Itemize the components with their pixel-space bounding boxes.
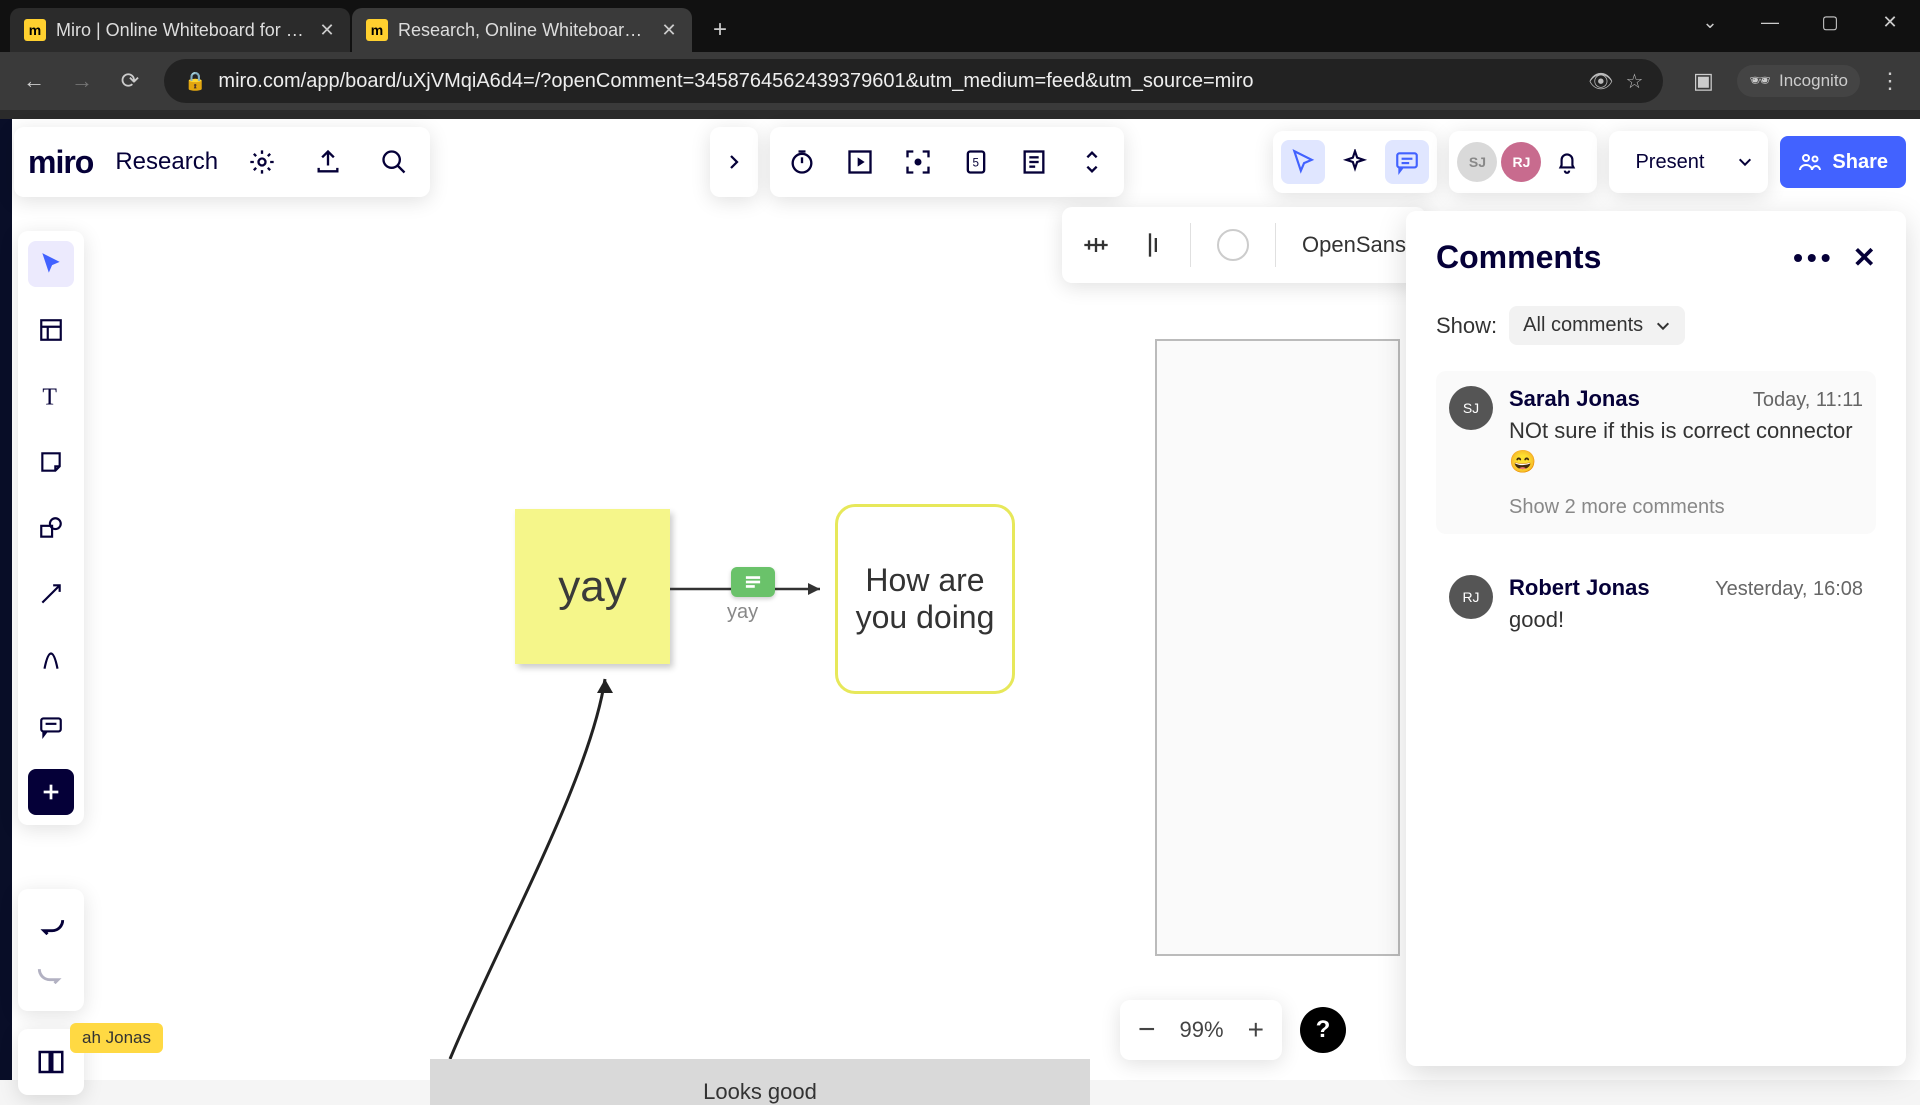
redo-button[interactable]	[28, 952, 74, 998]
pen-tool[interactable]	[28, 637, 74, 683]
chevron-down-icon[interactable]: ⌄	[1680, 0, 1740, 44]
frame-shape[interactable]	[1155, 339, 1400, 956]
miro-logo[interactable]: miro	[28, 144, 93, 181]
comment-item[interactable]: SJ Sarah Jonas Today, 11:11 NOt sure if …	[1436, 371, 1876, 534]
browser-chrome: m Miro | Online Whiteboard for Vis ✕ m R…	[0, 0, 1920, 119]
connector-comment-badge[interactable]	[731, 567, 775, 597]
minimize-icon[interactable]: —	[1740, 0, 1800, 44]
browser-tab-1[interactable]: m Research, Online Whiteboard for ✕	[352, 8, 692, 52]
close-icon[interactable]: ✕	[660, 21, 678, 39]
zoom-controls: − 99% + ?	[1120, 1000, 1346, 1060]
lock-icon: 🔒	[184, 71, 206, 92]
sticky-text: yay	[558, 562, 626, 612]
maximize-icon[interactable]: ▢	[1800, 0, 1860, 44]
avatar: RJ	[1449, 575, 1493, 619]
comments-header: Comments ••• ✕	[1436, 239, 1876, 276]
eye-off-icon[interactable]: 👁	[1588, 69, 1613, 94]
favicon-icon: m	[366, 19, 388, 41]
avatar: SJ	[1449, 386, 1493, 430]
browser-tab-0[interactable]: m Miro | Online Whiteboard for Vis ✕	[10, 8, 350, 52]
incognito-chip[interactable]: 🕶 Incognito	[1737, 65, 1860, 97]
addr-right-icons: 👁 ☆	[1588, 69, 1643, 94]
comments-filter-dropdown[interactable]: All comments	[1509, 306, 1685, 345]
nav-right: ▣ 🕶 Incognito ⋮	[1679, 59, 1910, 103]
bottom-shape[interactable]: Looks good	[430, 1059, 1090, 1105]
close-window-icon[interactable]: ✕	[1860, 0, 1920, 44]
rounded-rectangle-shape[interactable]: How are you doing	[835, 504, 1015, 694]
comments-panel: Comments ••• ✕ Show: All comments SJ Sar…	[1406, 211, 1906, 1066]
zoom-value[interactable]: 99%	[1180, 1017, 1224, 1043]
back-button[interactable]: ←	[12, 59, 56, 103]
new-tab-button[interactable]: +	[700, 10, 740, 50]
more-tools[interactable]	[28, 769, 74, 815]
arrow-icon	[38, 581, 64, 607]
frames-icon	[36, 1047, 66, 1077]
text-tool[interactable]: T	[28, 373, 74, 419]
chevron-down-icon	[1655, 318, 1671, 334]
sticky-note-tool[interactable]	[28, 439, 74, 485]
close-comments-button[interactable]: ✕	[1853, 241, 1876, 274]
text-icon: T	[38, 383, 64, 409]
close-icon[interactable]: ✕	[318, 21, 336, 39]
show-more-comments[interactable]: Show 2 more comments	[1509, 496, 1863, 519]
help-button[interactable]: ?	[1300, 1007, 1346, 1053]
pen-icon	[38, 647, 64, 673]
comment-icon	[38, 713, 64, 739]
incognito-label: Incognito	[1779, 71, 1848, 91]
address-bar[interactable]: 🔒 miro.com/app/board/uXjVMqiA6d4=/?openC…	[164, 59, 1663, 103]
bottom-shape-text: Looks good	[703, 1079, 817, 1105]
incognito-icon: 🕶	[1749, 71, 1771, 91]
extensions-icon[interactable]: ▣	[1681, 59, 1725, 103]
undo-button[interactable]	[28, 903, 74, 949]
comment-author: Sarah Jonas	[1509, 386, 1640, 412]
forward-button[interactable]: →	[60, 59, 104, 103]
left-toolbox: T	[18, 231, 84, 825]
zoom-out-button[interactable]: −	[1138, 1013, 1156, 1047]
zoom-box: − 99% +	[1120, 1000, 1282, 1060]
comment-text: good!	[1509, 605, 1863, 636]
sticky-note[interactable]: yay	[515, 509, 670, 664]
comment-time: Today, 11:11	[1753, 389, 1863, 412]
connector-tool[interactable]	[28, 571, 74, 617]
undo-icon	[37, 917, 65, 935]
templates-icon	[38, 317, 64, 343]
kebab-menu-icon[interactable]: ⋮	[1870, 61, 1910, 101]
tab-strip: m Miro | Online Whiteboard for Vis ✕ m R…	[0, 0, 1920, 52]
comments-filter-row: Show: All comments	[1436, 306, 1876, 345]
redo-icon	[37, 966, 65, 984]
comments-title: Comments	[1436, 239, 1601, 276]
templates-tool[interactable]	[28, 307, 74, 353]
reload-button[interactable]: ⟳	[108, 59, 152, 103]
comment-badge-icon	[742, 574, 764, 590]
miro-app: T ah Jonas miro Res	[0, 119, 1920, 1080]
url-text: miro.com/app/board/uXjVMqiA6d4=/?openCom…	[218, 70, 1588, 93]
filter-label: Show:	[1436, 313, 1497, 339]
zoom-in-button[interactable]: +	[1248, 1014, 1264, 1046]
undo-redo-box	[18, 889, 84, 1011]
comment-author: Robert Jonas	[1509, 575, 1650, 601]
plus-icon	[40, 781, 62, 803]
shape-text: How are you doing	[848, 562, 1002, 636]
tab-title: Miro | Online Whiteboard for Vis	[56, 20, 310, 41]
comments-menu-button[interactable]: •••	[1793, 242, 1834, 274]
comment-item[interactable]: RJ Robert Jonas Yesterday, 16:08 good!	[1436, 560, 1876, 651]
sticky-icon	[38, 449, 64, 475]
tab-title: Research, Online Whiteboard for	[398, 20, 652, 41]
connector-label-text[interactable]: yay	[727, 601, 758, 624]
svg-text:T: T	[42, 385, 57, 409]
cursor-icon	[38, 251, 64, 277]
comment-tool[interactable]	[28, 703, 74, 749]
curved-connector[interactable]	[440, 659, 700, 1079]
favicon-icon: m	[24, 19, 46, 41]
comment-time: Yesterday, 16:08	[1715, 578, 1863, 601]
comment-text: NOt sure if this is correct connector 😄	[1509, 416, 1863, 478]
shapes-icon	[38, 515, 64, 541]
filter-value: All comments	[1523, 314, 1643, 337]
select-tool[interactable]	[28, 241, 74, 287]
window-controls: ⌄ — ▢ ✕	[1680, 0, 1920, 44]
left-gutter	[0, 119, 12, 1080]
star-icon[interactable]: ☆	[1625, 69, 1643, 94]
shapes-tool[interactable]	[28, 505, 74, 551]
nav-row: ← → ⟳ 🔒 miro.com/app/board/uXjVMqiA6d4=/…	[0, 52, 1920, 110]
